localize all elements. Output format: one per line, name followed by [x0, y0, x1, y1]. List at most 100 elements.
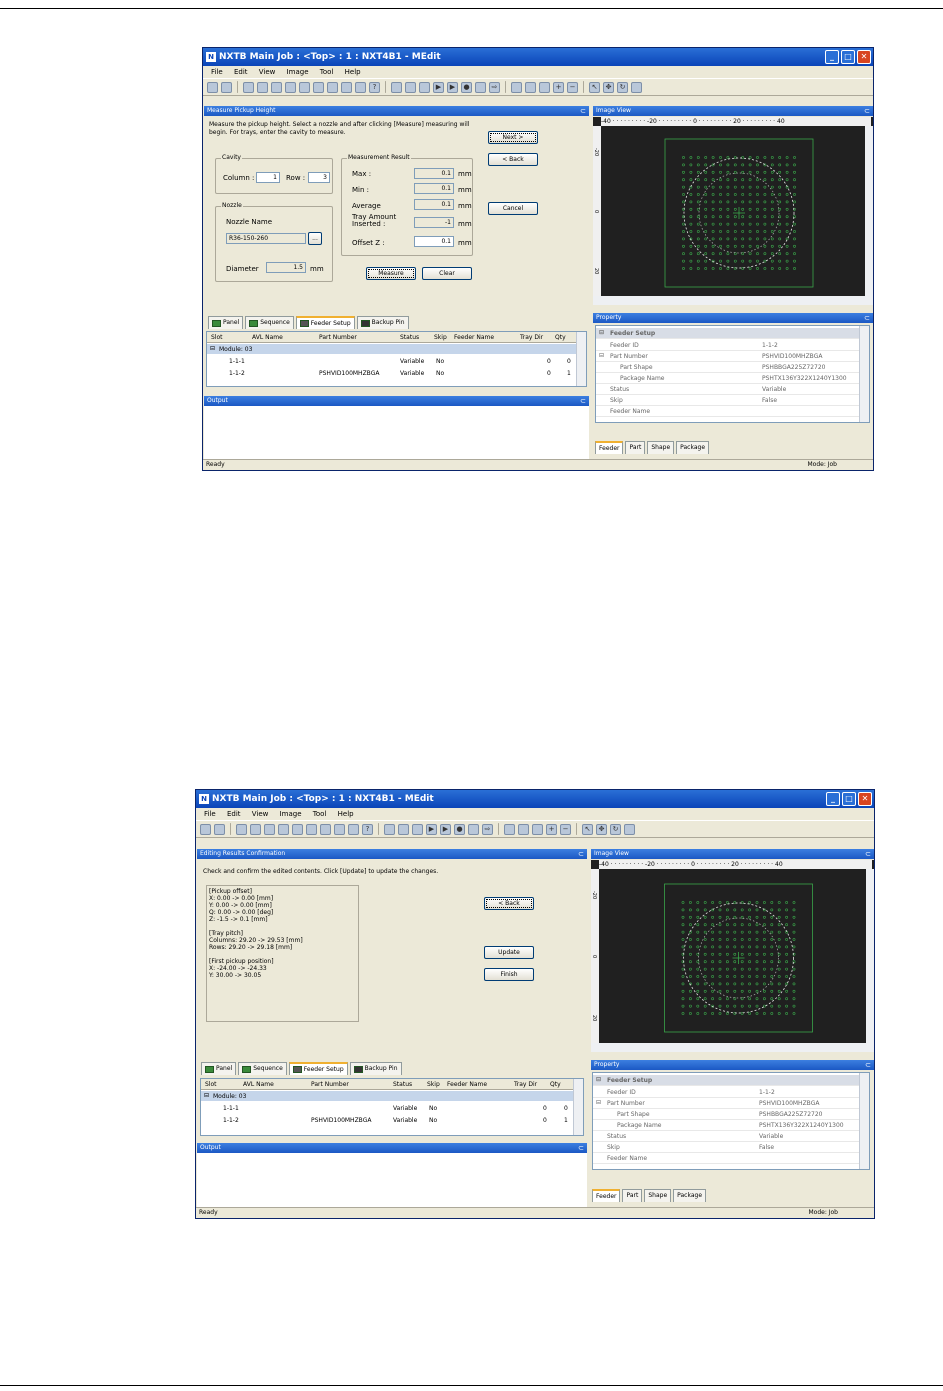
help-icon[interactable]: ? — [369, 81, 380, 93]
home-icon[interactable] — [271, 81, 282, 93]
property-row[interactable]: ⊟ Part Number PSHVID100MHZBGA — [593, 1098, 859, 1109]
cancel-icon[interactable] — [412, 823, 423, 835]
play-icon[interactable]: ▶ — [426, 823, 437, 835]
fit-icon[interactable] — [539, 81, 550, 93]
arrow-right-icon[interactable]: ⇨ — [489, 81, 500, 93]
menu-tool[interactable]: Tool — [320, 68, 334, 76]
grid-group-row[interactable]: ⊟ Module: 03 — [201, 1091, 573, 1101]
cancel-icon[interactable] — [419, 81, 430, 93]
minimize-icon[interactable]: _ — [826, 792, 840, 806]
play-icon[interactable]: ▶ — [433, 81, 444, 93]
property-row[interactable]: ⊟ Part Number PSHVID100MHZBGA — [596, 351, 859, 362]
image-hscroll[interactable] — [591, 1043, 866, 1052]
table-row[interactable]: 1-1-2 PSHVID100MHZBGA Variable No 0 1 — [201, 1115, 573, 1126]
cancel-button[interactable]: Cancel — [488, 202, 538, 215]
pointer-icon[interactable]: ↖ — [589, 81, 600, 93]
stop-icon[interactable] — [278, 823, 289, 835]
table-row[interactable]: 1-1-1 Variable No 0 0 — [207, 356, 576, 367]
import-icon[interactable] — [341, 81, 352, 93]
offset-z-field[interactable]: 0.1 — [414, 236, 454, 247]
property-row[interactable]: Status Variable — [593, 1131, 859, 1142]
document-icon[interactable] — [327, 81, 338, 93]
image-view[interactable]: -40 · · · · · · · · · -20 · · · · · · · … — [593, 117, 873, 305]
menu-edit[interactable]: Edit — [227, 810, 241, 818]
menu-image[interactable]: Image — [280, 810, 302, 818]
save-all-icon[interactable] — [257, 81, 268, 93]
output-area[interactable] — [197, 1153, 587, 1207]
property-row[interactable]: Skip False — [593, 1142, 859, 1153]
property-row[interactable]: Feeder Name — [596, 406, 859, 417]
menu-view[interactable]: View — [259, 68, 276, 76]
import-icon[interactable] — [334, 823, 345, 835]
collapse-icon[interactable]: ⊟ — [599, 329, 604, 336]
document-icon[interactable] — [320, 823, 331, 835]
machine-icon[interactable] — [292, 823, 303, 835]
pin-icon[interactable]: ⊂ — [865, 849, 871, 859]
pin-icon[interactable]: ⊂ — [580, 106, 586, 116]
property-row[interactable]: Package Name PSHTX136Y322X1240Y1300 — [596, 373, 859, 384]
measure-button[interactable]: Measure — [366, 267, 416, 280]
arrow-right-icon[interactable]: ⇨ — [482, 823, 493, 835]
edit-icon[interactable] — [518, 823, 529, 835]
close-icon[interactable]: ✕ — [858, 792, 872, 806]
zoom-out-icon[interactable]: − — [567, 81, 578, 93]
property-row[interactable]: Feeder ID 1-1-2 — [596, 340, 859, 351]
step-icon[interactable]: ▶ — [447, 81, 458, 93]
check-icon[interactable] — [384, 823, 395, 835]
property-category[interactable]: Feeder Setup ⊟ — [593, 1075, 859, 1086]
stop-icon[interactable] — [285, 81, 296, 93]
help-icon[interactable]: ? — [362, 823, 373, 835]
open-icon[interactable] — [200, 823, 211, 835]
grid-group-row[interactable]: ⊟ Module: 03 — [207, 344, 576, 354]
export-icon[interactable] — [348, 823, 359, 835]
tab-sequence[interactable]: Sequence — [245, 316, 294, 329]
snapshot-icon[interactable] — [624, 823, 635, 835]
save-icon[interactable] — [243, 81, 254, 93]
column-field[interactable]: 1 — [256, 172, 280, 183]
menu-edit[interactable]: Edit — [234, 68, 248, 76]
maximize-icon[interactable]: □ — [842, 792, 856, 806]
save-all-icon[interactable] — [250, 823, 261, 835]
pin-icon[interactable]: ⊂ — [864, 313, 870, 323]
rotate-icon[interactable]: ↻ — [617, 81, 628, 93]
machine-icon[interactable] — [299, 81, 310, 93]
open-folder-icon[interactable] — [214, 823, 225, 835]
row-field[interactable]: 3 — [308, 172, 330, 183]
property-row[interactable]: Feeder Name — [593, 1153, 859, 1164]
clear-button[interactable]: Clear — [422, 267, 472, 280]
feeder-icon[interactable] — [313, 81, 324, 93]
snapshot-icon[interactable] — [631, 81, 642, 93]
property-category[interactable]: Feeder Setup ⊟ — [596, 328, 859, 339]
fit-icon[interactable] — [532, 823, 543, 835]
property-row[interactable]: Status Variable — [596, 384, 859, 395]
display-icon[interactable] — [504, 823, 515, 835]
menu-file[interactable]: File — [204, 810, 216, 818]
zoom-out-icon[interactable]: − — [560, 823, 571, 835]
step-icon[interactable]: ▶ — [440, 823, 451, 835]
tab-feeder[interactable]: Feeder — [592, 1189, 621, 1202]
menu-image[interactable]: Image — [287, 68, 309, 76]
save-icon[interactable] — [236, 823, 247, 835]
check-icon[interactable] — [391, 81, 402, 93]
property-row[interactable]: Skip False — [596, 395, 859, 406]
collapse-icon[interactable]: ⊟ — [210, 345, 215, 352]
property-scrollbar[interactable] — [859, 1073, 869, 1169]
pin-icon[interactable]: ⊂ — [865, 1060, 871, 1070]
menu-help[interactable]: Help — [338, 810, 354, 818]
record-icon[interactable]: ● — [461, 81, 472, 93]
menu-view[interactable]: View — [252, 810, 269, 818]
image-vscroll[interactable] — [866, 869, 874, 1052]
tab-part[interactable]: Part — [625, 441, 646, 454]
finish-button[interactable]: Finish — [484, 968, 534, 981]
move-icon[interactable]: ✥ — [603, 81, 614, 93]
grid-scrollbar[interactable] — [576, 332, 586, 386]
tab-feeder[interactable]: Feeder — [595, 441, 624, 454]
collapse-icon[interactable]: ⊟ — [204, 1092, 209, 1099]
tab-feeder-setup[interactable]: Feeder Setup — [288, 1062, 348, 1075]
pin-icon[interactable]: ⊂ — [864, 106, 870, 116]
pointer-icon[interactable]: ↖ — [582, 823, 593, 835]
tab-part[interactable]: Part — [622, 1189, 643, 1202]
home-icon[interactable] — [264, 823, 275, 835]
nozzle-browse-button[interactable]: ... — [308, 232, 322, 245]
export-icon[interactable] — [355, 81, 366, 93]
